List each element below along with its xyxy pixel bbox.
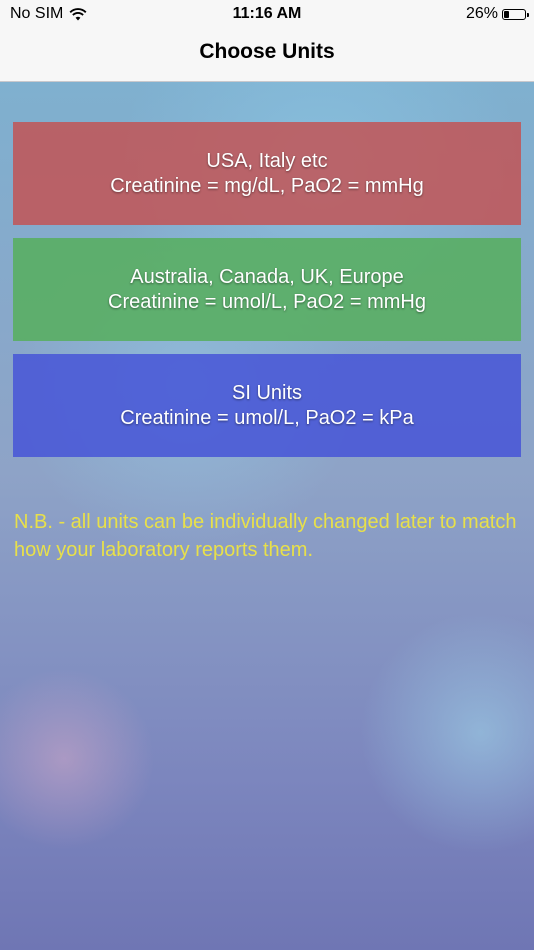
option-title: SI Units (231, 381, 303, 404)
nav-bar: Choose Units (0, 28, 534, 82)
australia-units-button[interactable]: Australia, Canada, UK, Europe Creatinine… (13, 238, 521, 341)
usa-units-button[interactable]: USA, Italy etc Creatinine = mg/dL, PaO2 … (13, 122, 521, 225)
option-title: USA, Italy etc (206, 149, 328, 172)
option-title: Australia, Canada, UK, Europe (130, 265, 404, 288)
battery-percent: 26% (465, 5, 498, 22)
option-subtitle: Creatinine = umol/L, PaO2 = mmHg (108, 290, 426, 313)
battery-fill (504, 10, 509, 18)
unit-selection-content: USA, Italy etc Creatinine = mg/dL, PaO2 … (0, 82, 534, 950)
status-time: 11:16 AM (232, 5, 302, 22)
page-title: Choose Units (199, 40, 335, 63)
option-subtitle: Creatinine = umol/L, PaO2 = kPa (120, 406, 414, 429)
battery-icon (502, 8, 529, 20)
status-bar: No SIM 11:16 AM 26% (0, 0, 534, 28)
option-subtitle: Creatinine = mg/dL, PaO2 = mmHg (110, 174, 424, 197)
battery-group: 26% (465, 5, 529, 23)
units-note: N.B. - all units can be individually cha… (14, 511, 517, 561)
si-units-button[interactable]: SI Units Creatinine = umol/L, PaO2 = kPa (13, 354, 521, 457)
